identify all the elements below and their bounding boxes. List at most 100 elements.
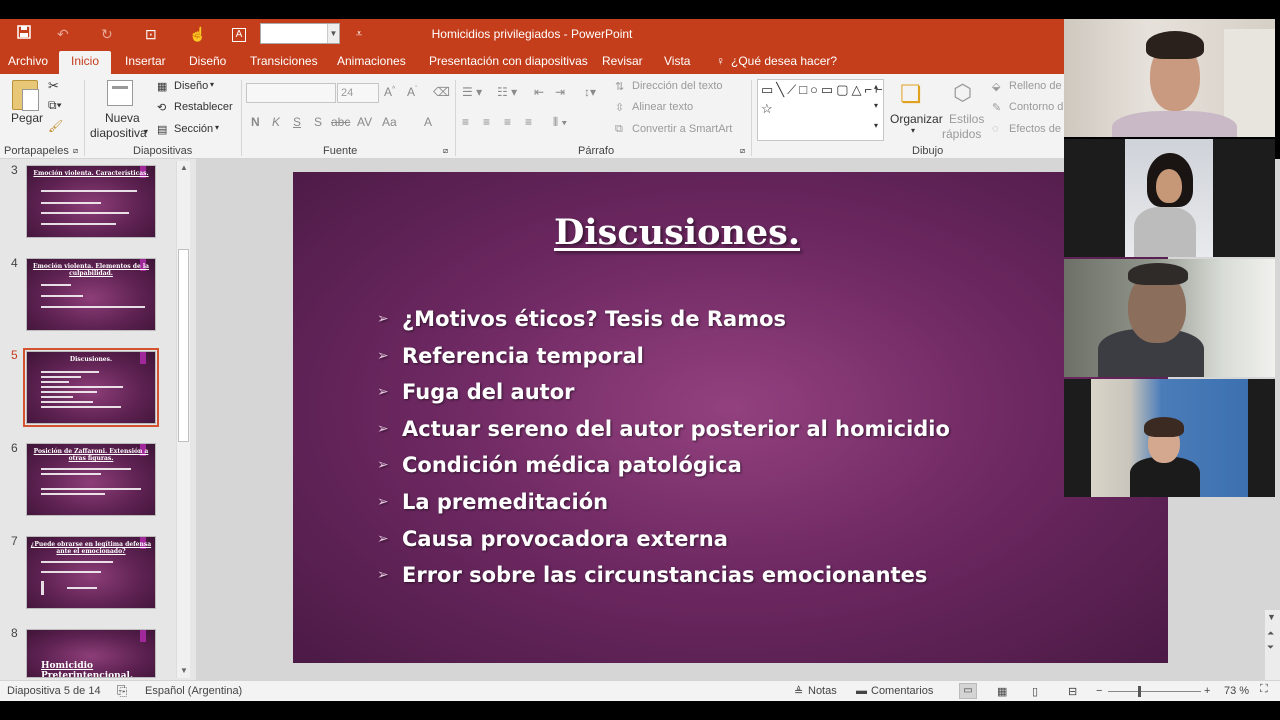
italic-button[interactable]: K	[272, 115, 280, 129]
notes-button[interactable]: Notas	[808, 685, 837, 697]
increase-indent-icon[interactable]: ⇥	[555, 85, 565, 99]
next-slide-icon[interactable]: ⏷	[1267, 642, 1274, 653]
fit-to-window-icon[interactable]: ⛶	[1260, 683, 1268, 696]
align-text-icon[interactable]: ⇳	[615, 101, 624, 114]
section-icon[interactable]: ▤	[157, 123, 167, 136]
quick-styles-label-1[interactable]: Estilos	[949, 112, 984, 126]
shape-effects-button[interactable]: Efectos de	[1009, 123, 1061, 135]
chevron-down-icon[interactable]: ▾	[911, 126, 915, 135]
slide-thumbnail-6[interactable]: Posición de Zaffaroni. Extensión a otras…	[26, 443, 156, 516]
reset-button[interactable]: Restablecer	[174, 101, 233, 113]
reading-view-icon[interactable]: ▯	[1032, 685, 1038, 698]
new-slide-label-2[interactable]: diapositiva	[90, 126, 147, 140]
decrease-indent-icon[interactable]: ⇤	[534, 85, 544, 99]
smartart-icon[interactable]: ⧉	[615, 123, 623, 136]
chevron-down-icon[interactable]: ▾	[215, 123, 219, 132]
current-slide[interactable]: Discusiones. ➢ ¿Motivos éticos? Tesis de …	[293, 172, 1168, 663]
chevron-down-icon[interactable]: ▾	[874, 101, 878, 110]
columns-icon[interactable]: ⫴ ▾	[553, 115, 567, 130]
scrollbar-thumb[interactable]	[178, 249, 189, 442]
zoom-slider-thumb[interactable]	[1138, 686, 1141, 697]
dialog-launcher-icon[interactable]: ⧄	[740, 146, 745, 156]
slide-thumbnail-4[interactable]: Emoción violenta. Elementos de la culpab…	[26, 258, 156, 331]
cut-icon[interactable]: ✂	[48, 78, 59, 94]
scroll-down-icon[interactable]: ▼	[177, 666, 191, 675]
char-spacing-button[interactable]: AV	[357, 115, 372, 129]
shape-outline-button[interactable]: Contorno d	[1009, 101, 1063, 113]
thumbnails-scrollbar[interactable]: ▲ ▼	[176, 161, 190, 678]
paste-icon[interactable]	[12, 80, 39, 111]
clear-format-icon[interactable]: ⌫	[433, 85, 450, 99]
tell-me-box[interactable]: ¿Qué desea hacer?	[731, 49, 837, 74]
layout-icon[interactable]: ▦	[157, 80, 167, 93]
more-shapes-icon[interactable]: ▾	[874, 121, 878, 130]
editor-scrollbar[interactable]: ▼ ⏶ ⏷	[1265, 610, 1280, 680]
chevron-down-icon[interactable]: ▾	[144, 127, 148, 136]
font-name-combo[interactable]	[246, 83, 336, 103]
shadow-button[interactable]: S	[314, 115, 322, 129]
font-size-combo[interactable]: 24	[337, 83, 379, 103]
tab-insertar[interactable]: Insertar	[125, 49, 166, 74]
bold-button[interactable]: N	[251, 115, 260, 129]
copy-icon[interactable]: ⧉▾	[48, 98, 62, 113]
align-text-button[interactable]: Alinear texto	[632, 101, 693, 113]
line-spacing-icon[interactable]: ↕▾	[584, 85, 596, 99]
underline-button[interactable]: S	[293, 115, 301, 129]
justify-icon[interactable]: ≡	[525, 115, 532, 129]
tab-diseno[interactable]: Diseño	[189, 49, 226, 74]
paste-button[interactable]: Pegar	[11, 111, 43, 125]
slide-sorter-icon[interactable]: ▦	[997, 685, 1007, 698]
slide-thumbnail-3[interactable]: Emoción violenta. Características.	[26, 165, 156, 238]
comments-button[interactable]: Comentarios	[871, 685, 933, 697]
slide-thumbnail-8[interactable]: Homicidio Preterintencional.	[26, 629, 156, 678]
slide-bullet-list[interactable]: ➢ ¿Motivos éticos? Tesis de Ramos ➢ Refere…	[377, 307, 950, 600]
chevron-up-icon[interactable]: ▴	[874, 82, 878, 91]
strikethrough-button[interactable]: abc	[331, 115, 350, 129]
tab-animaciones[interactable]: Animaciones	[337, 49, 406, 74]
section-button[interactable]: Sección	[174, 123, 213, 135]
align-right-icon[interactable]: ≡	[504, 115, 511, 129]
scroll-down-icon[interactable]: ▼	[1267, 612, 1276, 622]
language-indicator[interactable]: Español (Argentina)	[145, 685, 242, 697]
shrink-font-icon[interactable]: Aˇ	[407, 85, 417, 99]
tab-presentacion[interactable]: Presentación con diapositivas	[429, 49, 588, 74]
comments-icon[interactable]: ▬	[856, 685, 867, 697]
slideshow-icon[interactable]: ⊟	[1068, 685, 1077, 698]
zoom-in-icon[interactable]: +	[1204, 685, 1210, 697]
shape-outline-icon[interactable]: ✎	[992, 101, 1001, 114]
zoom-slider[interactable]	[1108, 691, 1201, 692]
reset-icon[interactable]: ⟲	[157, 101, 166, 114]
normal-view-icon[interactable]: ▭	[959, 683, 977, 699]
format-painter-icon[interactable]: 🖌	[48, 119, 63, 133]
align-left-icon[interactable]: ≡	[462, 115, 469, 129]
align-center-icon[interactable]: ≡	[483, 115, 490, 129]
shape-fill-button[interactable]: Relleno de	[1009, 80, 1062, 92]
dialog-launcher-icon[interactable]: ⧄	[73, 146, 78, 156]
shape-effects-icon[interactable]: ◌	[992, 123, 999, 135]
tab-transiciones[interactable]: Transiciones	[250, 49, 318, 74]
shapes-gallery[interactable]: ▭╲⟋□○▭▢△⌐⌐⇨⇩⌒↶↷⌣⌢{}☆	[757, 79, 884, 141]
quick-styles-icon[interactable]: ⬡	[953, 80, 972, 106]
change-case-button[interactable]: Aa	[382, 115, 397, 129]
zoom-level[interactable]: 73 %	[1224, 685, 1249, 697]
tab-revisar[interactable]: Revisar	[602, 49, 643, 74]
arrange-icon[interactable]: ❏	[900, 80, 922, 109]
tab-vista[interactable]: Vista	[664, 49, 690, 74]
numbering-icon[interactable]: ☷ ▾	[497, 85, 517, 99]
previous-slide-icon[interactable]: ⏶	[1267, 628, 1274, 639]
new-slide-icon[interactable]	[107, 80, 133, 106]
text-direction-icon[interactable]: ⇅	[615, 80, 624, 93]
arrange-button[interactable]: Organizar	[890, 112, 943, 126]
layout-button[interactable]: Diseño	[174, 80, 208, 92]
notes-icon[interactable]: ≜	[794, 685, 803, 698]
zoom-out-icon[interactable]: −	[1096, 685, 1102, 697]
text-direction-button[interactable]: Dirección del texto	[632, 80, 723, 92]
slide-thumbnail-7[interactable]: ¿Puede obrarse en legítima defensa ante …	[26, 536, 156, 609]
dialog-launcher-icon[interactable]: ⧄	[443, 146, 448, 156]
quick-styles-label-2[interactable]: rápidos	[942, 127, 981, 141]
chevron-down-icon[interactable]: ▾	[210, 80, 214, 89]
font-color-button[interactable]: A	[424, 115, 432, 129]
smartart-button[interactable]: Convertir a SmartArt	[632, 123, 732, 135]
scroll-up-icon[interactable]: ▲	[177, 163, 191, 172]
tab-archivo[interactable]: Archivo	[8, 49, 48, 74]
